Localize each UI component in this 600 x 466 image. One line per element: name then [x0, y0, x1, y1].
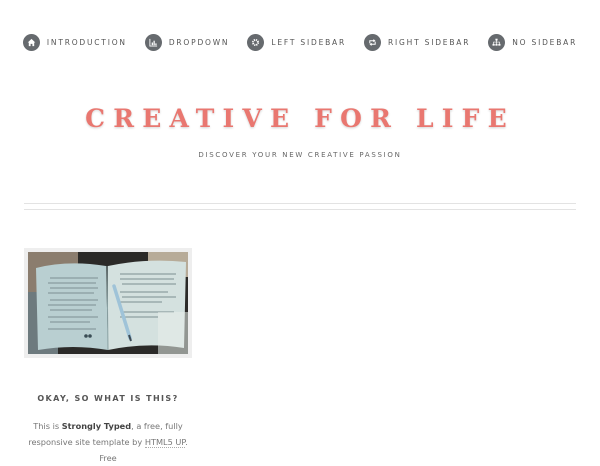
site-tagline: DISCOVER YOUR NEW CREATIVE PASSION: [198, 151, 402, 159]
header-divider: [24, 203, 576, 204]
home-icon: [22, 34, 40, 51]
nav-item-left-sidebar[interactable]: LEFT SIDEBAR: [247, 34, 346, 51]
header-divider: [24, 209, 576, 210]
bar-chart-icon: [144, 34, 162, 51]
nav-item-label: NO SIDEBAR: [512, 38, 578, 47]
nav-item-right-sidebar[interactable]: RIGHT SIDEBAR: [364, 34, 470, 51]
nav-item-label: RIGHT SIDEBAR: [388, 38, 471, 47]
intro-text: This is: [33, 421, 62, 431]
intro-paragraph: This is Strongly Typed, a free, fully re…: [24, 418, 192, 466]
nav-item-label: LEFT SIDEBAR: [271, 38, 346, 47]
nav-item-introduction[interactable]: INTRODUCTION: [22, 34, 127, 51]
open-book-image[interactable]: [24, 248, 192, 358]
nav-item-label: DROPDOWN: [168, 38, 230, 47]
template-name: Strongly Typed: [61, 421, 132, 431]
nav-item-dropdown[interactable]: DROPDOWN: [144, 34, 230, 51]
retweet-icon: [364, 34, 381, 51]
main-nav: INTRODUCTION DROPDOWN LEFT SIDEBAR RIGHT…: [0, 34, 600, 51]
html5up-link[interactable]: HTML5 UP: [144, 437, 186, 448]
section-heading: OKAY, SO WHAT IS THIS?: [37, 394, 179, 403]
sitemap-icon: [488, 34, 506, 51]
nav-item-no-sidebar[interactable]: NO SIDEBAR: [488, 34, 577, 51]
nav-item-label: INTRODUCTION: [46, 38, 127, 47]
gear-icon: [247, 34, 265, 51]
site-title[interactable]: CREATIVE FOR LIFE: [0, 104, 600, 133]
